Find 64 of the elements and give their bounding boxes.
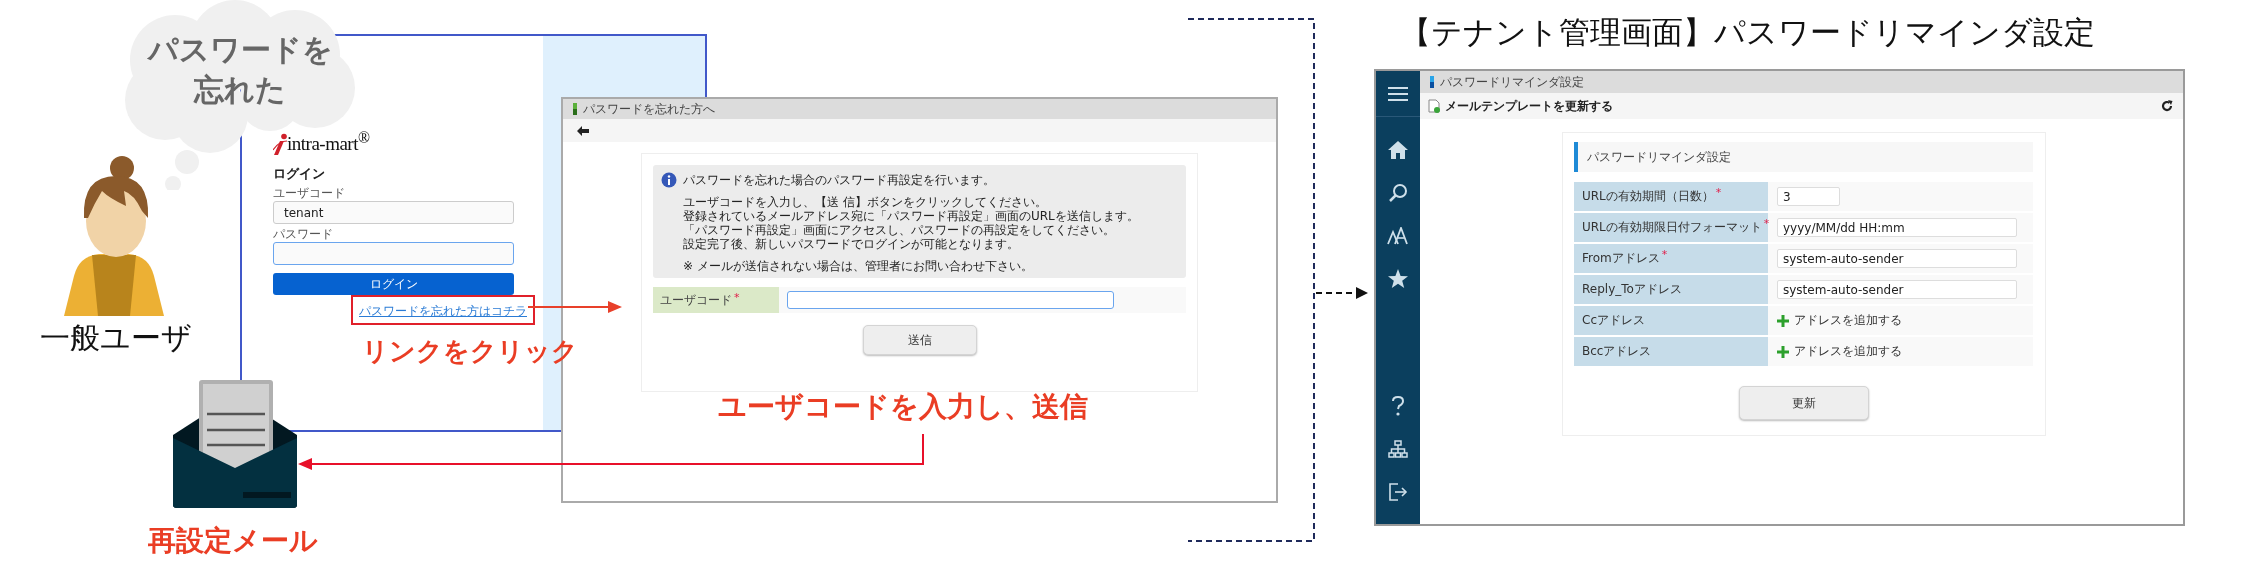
refresh-icon[interactable] [2161,100,2173,112]
page-marker-icon [1430,76,1434,88]
info-text: 登録されているメールアドレス宛に「パスワード再設定」画面のURLを送信します。 [683,209,1140,223]
window-title: パスワードリマインダ設定 [1440,73,1584,91]
note-text: ※ メールが送信されない場合は、管理者にお問い合わせ下さい。 [682,258,1034,273]
thought-text: 忘れた [194,71,286,109]
input-field[interactable]: 3 [1777,187,1840,206]
home-icon[interactable] [1388,141,1408,159]
input-field[interactable] [787,291,1114,309]
field-label: ユーザコード * [653,287,779,313]
help-icon[interactable] [1391,396,1405,416]
star-icon[interactable] [1388,269,1408,289]
add-address-link[interactable]: アドレスを追加する [1777,343,1902,360]
field-label: URLの有効期間（日数） * [1574,182,1768,211]
menu-icon[interactable] [1388,85,1408,102]
page-marker-icon [573,103,577,115]
required-mark: * [734,291,740,304]
panel-title: パスワードリマインダ設定 [1587,148,1731,166]
info-text: 設定完了後、新しいパスワードでログインが可能となります。 [683,237,1020,251]
field-label: URLの有効期限日付フォーマット * [1574,213,1768,242]
document-plus-icon [1428,99,1440,113]
callout-text: ユーザコードを入力し、送信 [718,389,1088,425]
logo: intra-mart$^{®}$ [287,128,370,155]
update-template-link[interactable]: メールテンプレートを更新する [1428,97,1613,115]
section-title: 【テナント管理画面】パスワードリマインダ設定 [1400,13,2095,52]
font-size-icon[interactable] [1387,227,1409,245]
add-address-link[interactable]: アドレスを追加する [1777,312,1902,329]
field-label: Reply_Toアドレス [1574,275,1768,304]
mail-icon [173,380,298,510]
info-icon [661,172,677,188]
login-title: ログイン [273,165,325,183]
callout-text: 再設定メール [148,523,318,559]
input-field[interactable]: yyyy/MM/dd HH:mm [1777,218,2017,237]
back-arrow-icon[interactable] [577,125,589,136]
window-title: パスワードを忘れた方へ [583,100,715,118]
input-field[interactable]: system-auto-sender [1777,249,2017,268]
required-mark: * [1661,248,1668,261]
field-label: ユーザコード [273,187,345,200]
logo-mark-icon [273,133,287,155]
field-label: Fromアドレス * [1574,244,1768,273]
search-icon[interactable] [1388,183,1408,203]
field-label: パスワード [273,228,333,241]
sitemap-icon[interactable] [1388,440,1408,458]
login-button[interactable]: ログイン [273,273,514,295]
dashed-arrow [1315,287,1368,299]
required-mark: * [1763,217,1770,230]
field-label: Bccアドレス [1574,337,1768,366]
required-mark: * [1715,186,1722,199]
send-button[interactable]: 送信 [862,325,977,355]
logout-icon[interactable] [1388,482,1408,502]
input-field[interactable] [273,242,514,265]
forgot-password-link[interactable]: パスワードを忘れた方はコチラ [359,304,527,318]
info-text: 「パスワード再設定」画面にアクセスし、パスワードの再設定をしてください。 [683,223,1116,237]
input-field[interactable]: tenant [273,201,514,224]
user-label: 一般ユーザ [40,319,192,357]
callout-text: リンクをクリック [362,335,578,368]
update-button[interactable]: 更新 [1738,386,1869,420]
info-text: ユーザコードを入力し、【送 信】ボタンをクリックしてください。 [683,195,1048,209]
input-field[interactable]: system-auto-sender [1777,280,2017,299]
plus-icon [1777,314,1789,327]
info-text: パスワードを忘れた場合のパスワード再設定を行います。 [683,173,995,187]
field-label: Ccアドレス [1574,306,1768,335]
thought-text: パスワードを [147,31,333,69]
plus-icon [1777,345,1789,358]
